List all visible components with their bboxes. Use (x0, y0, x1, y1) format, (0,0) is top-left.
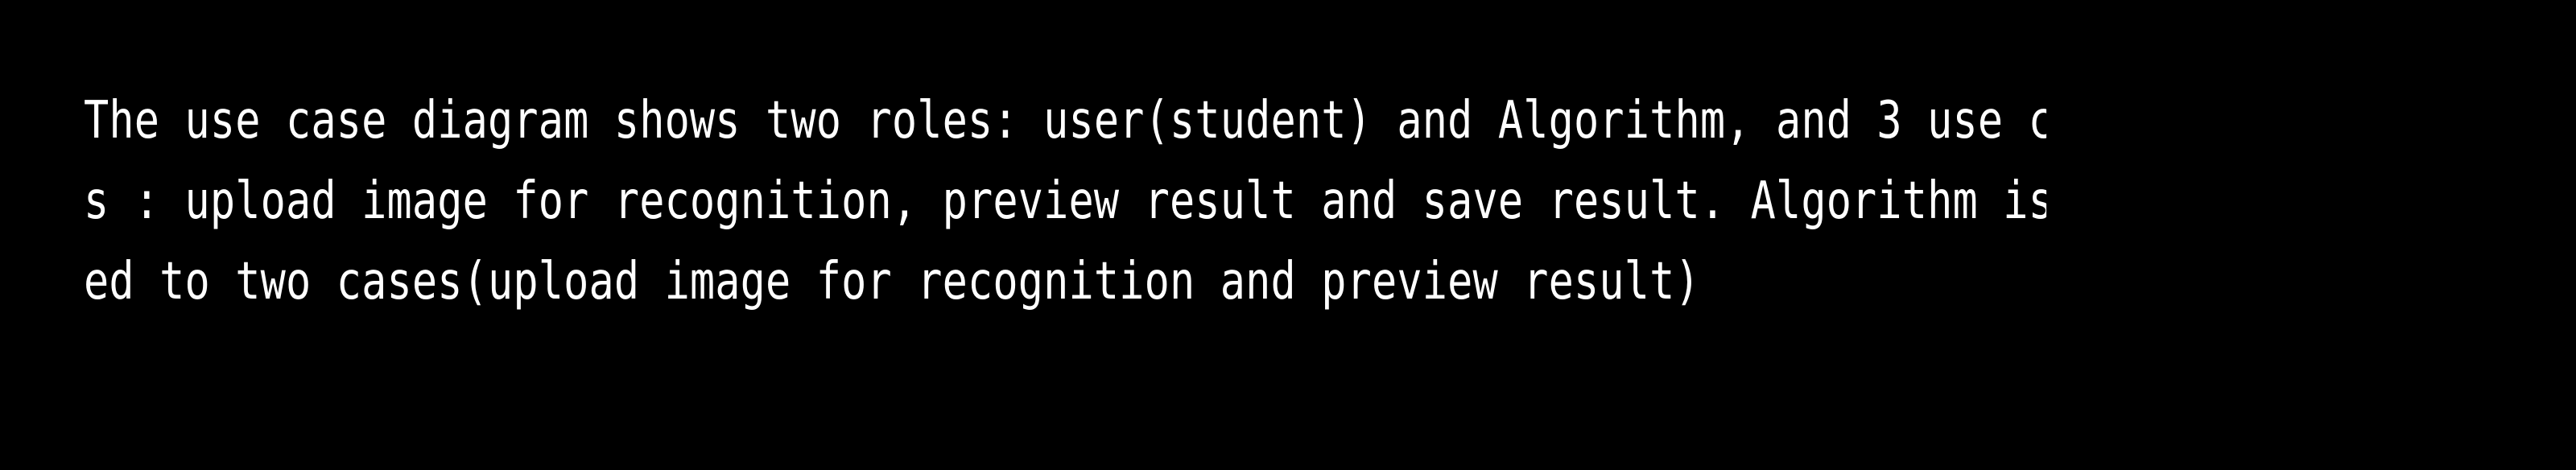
paragraph-line-1: The use case diagram shows two roles: us… (84, 91, 2047, 150)
description-paragraph: The use case diagram shows two roles: us… (84, 80, 2507, 322)
paragraph-line-2: s : upload image for recognition, previe… (84, 171, 2047, 231)
paragraph-line-3: ed to two cases(upload image for recogni… (84, 252, 1700, 311)
